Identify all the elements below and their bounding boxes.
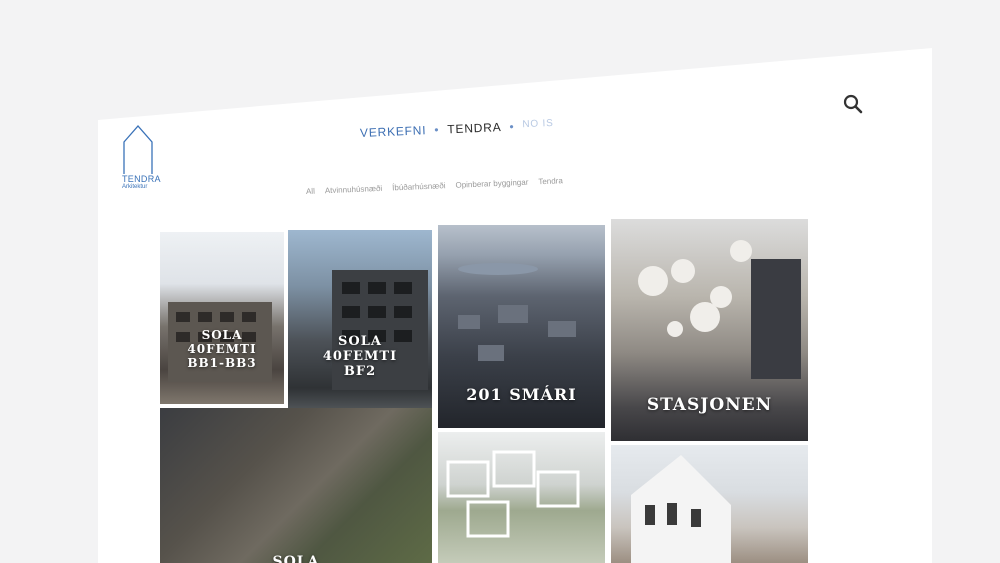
filter-ibudarhusnaedi[interactable]: Íbúðarhúsnæði: [392, 181, 446, 192]
nav-item-verkefni[interactable]: VERKEFNI: [360, 123, 427, 140]
filter-opinberar-byggingar[interactable]: Opinberar byggingar: [455, 178, 528, 190]
building-image: [446, 450, 580, 538]
house-outline-logo-icon: [123, 125, 153, 174]
tendra-logo[interactable]: TENDRA Arkitektur: [122, 124, 162, 192]
language-switch[interactable]: NO IS: [522, 118, 554, 133]
nav-item-tendra[interactable]: TENDRA: [447, 120, 502, 136]
project-title: SOLA 40FEMTI BB1-BB3: [187, 328, 257, 370]
main-nav: VERKEFNI • TENDRA • NO IS: [360, 118, 554, 140]
project-tile-house[interactable]: [611, 445, 808, 563]
building-image: [631, 455, 731, 563]
building-image: [168, 302, 272, 382]
project-tile-stasjonen[interactable]: STASJONEN: [611, 219, 808, 441]
nav-separator: •: [509, 119, 515, 134]
category-filters: All Atvinnuhúsnæði Íbúðarhúsnæði Opinber…: [306, 176, 563, 196]
building-image: [332, 270, 428, 390]
project-tile-sola-bb1-bb3[interactable]: SOLA 40FEMTI BB1-BB3: [160, 232, 284, 404]
logo-subtitle: Arkitektur: [122, 184, 148, 190]
project-tile-201-smari[interactable]: 201 SMÁRI: [438, 225, 605, 428]
project-tile-sola-bf2[interactable]: SOLA 40FEMTI BF2: [288, 230, 432, 416]
project-tile-modules[interactable]: [438, 432, 605, 563]
project-title: SOLA 40FEMTI BF2: [322, 334, 398, 379]
project-title: STASJONEN: [646, 395, 773, 415]
filter-all[interactable]: All: [306, 187, 315, 196]
project-tile-sola-aerial[interactable]: SOLA: [160, 408, 432, 563]
project-title: 201 SMÁRI: [466, 385, 577, 404]
logo-name: TENDRA: [122, 174, 161, 184]
filter-tendra[interactable]: Tendra: [538, 176, 563, 186]
filter-atvinnuhusnaedi[interactable]: Atvinnuhúsnæði: [325, 184, 383, 195]
search-button[interactable]: [842, 93, 864, 115]
nav-separator: •: [434, 122, 440, 137]
browser-page: TENDRA Arkitektur VERKEFNI • TENDRA • NO…: [98, 48, 932, 563]
search-icon: [843, 94, 863, 114]
project-title: SOLA: [272, 554, 320, 563]
